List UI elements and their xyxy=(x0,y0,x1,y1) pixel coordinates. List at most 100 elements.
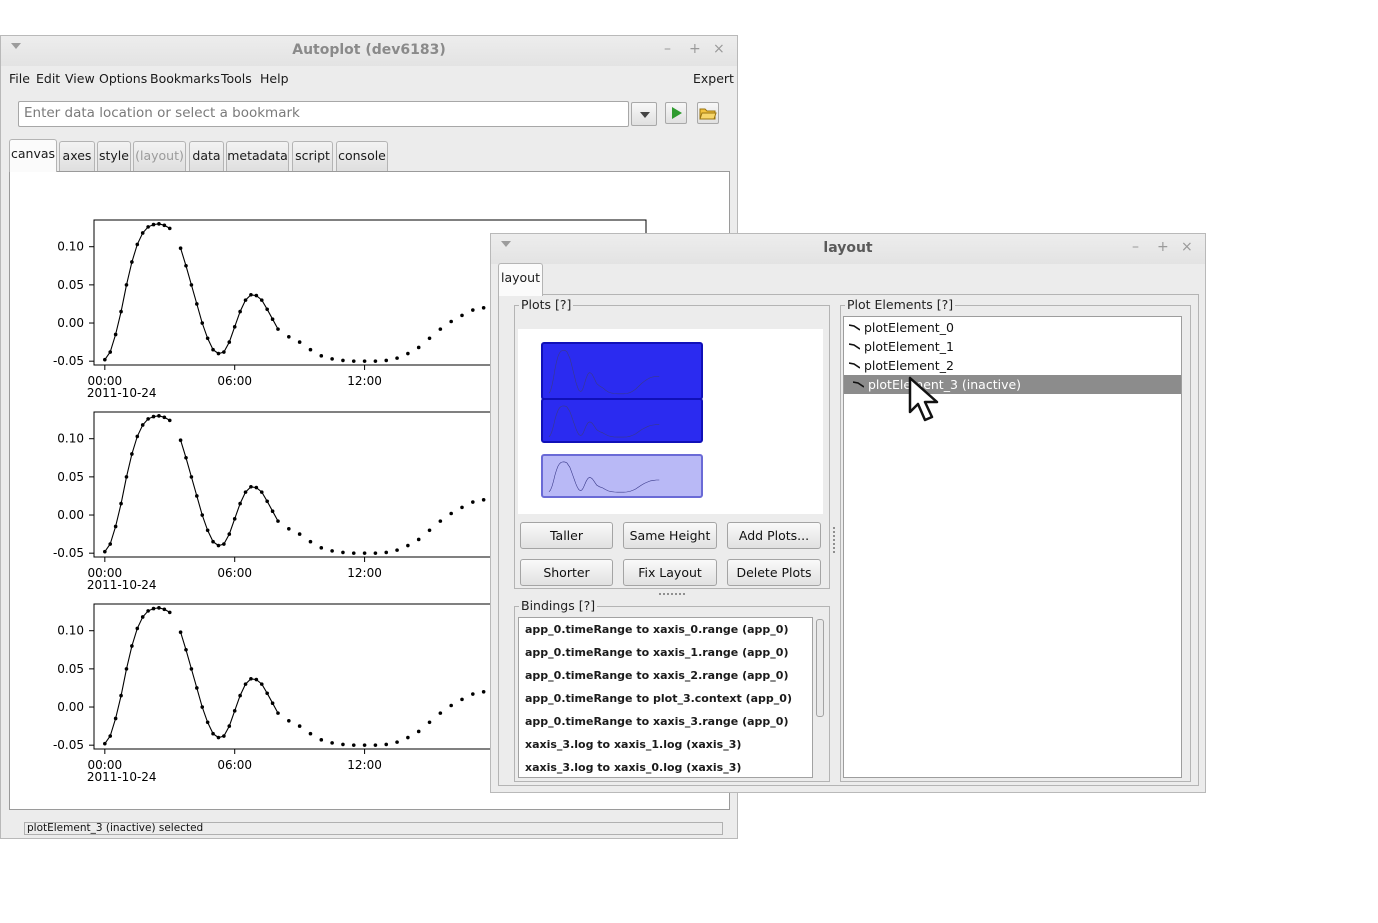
tab-canvas[interactable]: canvas xyxy=(9,139,57,172)
menu-tools[interactable]: Tools xyxy=(221,71,252,86)
menu-view[interactable]: View xyxy=(65,71,95,86)
bookmark-dropdown-button[interactable] xyxy=(631,102,657,126)
bindings-list[interactable]: app_0.timeRange to xaxis_0.range (app_0)… xyxy=(518,617,813,778)
data-point xyxy=(270,701,275,706)
tab-axes[interactable]: axes xyxy=(59,141,95,172)
data-point xyxy=(341,358,345,363)
menu-bookmarks[interactable]: Bookmarks xyxy=(150,71,220,86)
delete-plots-button[interactable]: Delete Plots xyxy=(727,559,821,586)
data-location-input[interactable]: Enter data location or select a bookmark xyxy=(18,101,629,127)
horizontal-split-handle[interactable] xyxy=(659,593,685,598)
tab-layout[interactable]: (layout) xyxy=(133,141,186,172)
taller-button[interactable]: Taller xyxy=(520,522,613,549)
tab-console[interactable]: console xyxy=(336,141,388,172)
binding-item[interactable]: xaxis_3.log to xaxis_1.log (xaxis_3) xyxy=(525,738,741,751)
data-point xyxy=(308,539,313,544)
y-tick-label: 0.10 xyxy=(57,624,84,638)
binding-item[interactable]: xaxis_3.log to xaxis_0.log (xaxis_3) xyxy=(525,761,741,774)
shorter-button[interactable]: Shorter xyxy=(520,559,613,586)
data-point xyxy=(449,511,453,516)
scrollbar-thumb[interactable] xyxy=(816,619,824,717)
add-plots-button[interactable]: Add Plots... xyxy=(727,522,821,549)
plot-element-item-3[interactable]: plotElement_3 (inactive) xyxy=(844,375,1181,394)
tab-data[interactable]: data xyxy=(189,141,224,172)
data-point xyxy=(151,606,156,611)
maximize-icon[interactable]: + xyxy=(689,41,701,57)
status-bar: plotElement_3 (inactive) selected xyxy=(24,822,723,835)
data-point xyxy=(297,340,302,344)
plots-preview[interactable] xyxy=(518,329,823,514)
menu-bar: File Edit View Options Bookmarks Tools H… xyxy=(1,67,737,89)
x-tick-label: 12:00 xyxy=(347,758,382,772)
data-point xyxy=(195,686,199,690)
close-icon[interactable]: × xyxy=(713,41,725,57)
data-point xyxy=(341,742,345,747)
plot-elements-list[interactable]: plotElement_0 plotElement_1 plotElement_… xyxy=(843,316,1182,778)
vertical-split-handle[interactable] xyxy=(833,527,837,553)
preview-plot-2[interactable] xyxy=(541,454,703,498)
data-point xyxy=(330,357,334,361)
data-point xyxy=(146,225,150,229)
data-point xyxy=(124,283,129,287)
tab-style[interactable]: style xyxy=(97,141,131,172)
data-point xyxy=(297,724,302,728)
data-point xyxy=(205,528,210,533)
data-point xyxy=(265,691,269,696)
data-point xyxy=(216,735,221,740)
data-point xyxy=(373,551,378,555)
data-point xyxy=(211,347,215,352)
bindings-scrollbar[interactable] xyxy=(815,617,825,778)
data-point xyxy=(362,359,367,363)
data-point xyxy=(140,231,145,235)
data-point xyxy=(384,550,389,555)
tab-script[interactable]: script xyxy=(292,141,333,172)
binding-item[interactable]: app_0.timeRange to xaxis_0.range (app_0) xyxy=(525,623,788,636)
preview-plot-1[interactable] xyxy=(541,398,703,443)
menu-file[interactable]: File xyxy=(9,71,30,86)
data-point xyxy=(259,490,264,494)
binding-item[interactable]: app_0.timeRange to xaxis_1.range (app_0) xyxy=(525,646,788,659)
menu-edit[interactable]: Edit xyxy=(36,71,60,86)
data-point xyxy=(162,607,167,612)
tab-layout-panel[interactable]: layout xyxy=(498,263,543,296)
data-point xyxy=(238,309,242,314)
data-point xyxy=(330,741,334,745)
minimize-icon[interactable]: – xyxy=(664,41,671,57)
plot-element-item-2[interactable]: plotElement_2 xyxy=(844,356,1181,375)
data-point xyxy=(481,497,486,502)
data-point xyxy=(205,336,210,341)
data-point xyxy=(135,626,140,631)
main-title-bar[interactable]: Autoplot (dev6183) – + × xyxy=(1,36,737,66)
series-line-1 xyxy=(105,416,506,552)
data-point xyxy=(222,542,226,546)
tab-metadata[interactable]: metadata xyxy=(226,141,289,172)
fix-layout-button[interactable]: Fix Layout xyxy=(623,559,717,586)
x-tick-label: 06:00 xyxy=(217,758,252,772)
data-point xyxy=(222,734,226,738)
data-point xyxy=(178,438,183,443)
close-icon[interactable]: × xyxy=(1181,239,1193,255)
data-point xyxy=(265,307,269,312)
menu-options[interactable]: Options xyxy=(99,71,147,86)
plot-element-item-1[interactable]: plotElement_1 xyxy=(844,337,1181,356)
plot-element-item-0[interactable]: plotElement_0 xyxy=(844,318,1181,337)
minimize-icon[interactable]: – xyxy=(1132,239,1139,255)
data-point xyxy=(216,543,221,548)
same-height-button[interactable]: Same Height xyxy=(623,522,717,549)
data-point xyxy=(254,485,259,490)
binding-item[interactable]: app_0.timeRange to plot_3.context (app_0… xyxy=(525,692,792,705)
preview-svg[interactable] xyxy=(518,329,823,514)
binding-item[interactable]: app_0.timeRange to xaxis_3.range (app_0) xyxy=(525,715,788,728)
data-point xyxy=(254,293,259,298)
data-point xyxy=(162,415,167,420)
x-tick-label: 06:00 xyxy=(217,374,252,388)
binding-item[interactable]: app_0.timeRange to xaxis_2.range (app_0) xyxy=(525,669,788,682)
open-file-button[interactable] xyxy=(697,102,719,124)
maximize-icon[interactable]: + xyxy=(1157,239,1169,255)
layout-title-bar[interactable]: layout – + × xyxy=(491,234,1205,264)
expert-mode-menu[interactable]: Expert xyxy=(693,71,734,86)
menu-help[interactable]: Help xyxy=(260,71,289,86)
data-point xyxy=(319,354,324,358)
data-point xyxy=(351,551,356,555)
go-button[interactable] xyxy=(665,102,687,124)
